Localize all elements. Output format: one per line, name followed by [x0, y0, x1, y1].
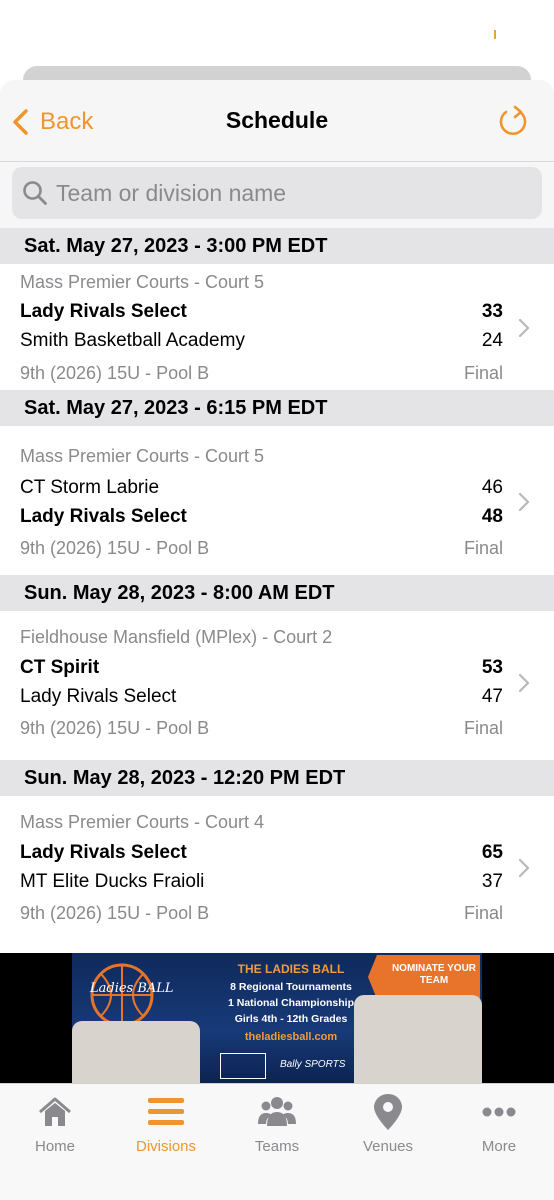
team-2-score: 24: [481, 330, 503, 351]
status-bar: [0, 0, 554, 66]
team-1-name: CT Storm Labrie: [20, 477, 160, 498]
ad-logo-text: Ladies BALL: [90, 981, 174, 996]
search-bar: [0, 162, 554, 228]
tab-more[interactable]: More: [444, 1092, 554, 1162]
search-input[interactable]: [56, 179, 516, 207]
team-1-score: 53: [481, 657, 503, 678]
game-venue: Mass Premier Courts - Court 4: [20, 812, 265, 832]
chevron-right-icon: [518, 858, 530, 878]
team-1-name: CT Spirit: [20, 657, 100, 678]
search-field[interactable]: [12, 167, 542, 219]
tab-divisions[interactable]: Divisions: [111, 1092, 221, 1162]
game-venue: Fieldhouse Mansfield (MPlex) - Court 2: [20, 627, 333, 647]
ad-photo-left: [72, 1021, 200, 1083]
game-status: Final: [463, 718, 503, 738]
game-status: Final: [463, 538, 503, 558]
date-header: Sat. May 27, 2023 - 6:15 PM EDT: [0, 390, 554, 426]
tab-bar: Home Divisions Teams Venues More: [0, 1083, 554, 1200]
chevron-right-icon: [518, 673, 530, 693]
ad-line-2: 1 National Championship: [227, 997, 354, 1009]
team-2-score: 37: [481, 871, 503, 892]
page-title: Schedule: [225, 107, 329, 133]
chevron-right-icon: [518, 318, 530, 338]
date-header: Sat. May 27, 2023 - 3:00 PM EDT: [0, 228, 554, 264]
ad-sponsor-logo: [220, 1053, 266, 1079]
location-pin-icon: [374, 1094, 402, 1130]
game-division: 9th (2026) 15U - Pool B: [20, 903, 210, 923]
team-1-name: Lady Rivals Select: [20, 842, 187, 863]
ad-sponsor-text: Bally SPORTS: [280, 1059, 346, 1070]
tab-venues-label: Venues: [362, 1138, 414, 1155]
game-venue: Mass Premier Courts - Court 5: [20, 446, 265, 466]
team-1-score: 46: [481, 477, 503, 498]
game-row[interactable]: Fieldhouse Mansfield (MPlex) - Court 2 C…: [0, 611, 554, 760]
tab-home-label: Home: [34, 1138, 75, 1155]
game-row[interactable]: Mass Premier Courts - Court 4 Lady Rival…: [0, 796, 554, 938]
tab-teams[interactable]: Teams: [222, 1092, 332, 1162]
navigation-bar: Back Schedule: [0, 80, 554, 162]
ad-line-1: 8 Regional Tournaments: [230, 981, 352, 993]
team-2-score: 48: [481, 506, 503, 527]
date-header: Sun. May 28, 2023 - 8:00 AM EDT: [0, 575, 554, 611]
people-icon: [258, 1097, 296, 1126]
team-2-name: MT Elite Ducks Fraioli: [20, 871, 205, 892]
game-row[interactable]: Mass Premier Courts - Court 5 CT Storm L…: [0, 426, 554, 575]
tab-more-label: More: [481, 1138, 517, 1155]
game-division: 9th (2026) 15U - Pool B: [20, 363, 210, 383]
game-division: 9th (2026) 15U - Pool B: [20, 718, 210, 738]
date-header: Sun. May 28, 2023 - 12:20 PM EDT: [0, 760, 554, 796]
ad-photo-right: [354, 995, 482, 1083]
team-2-name: Smith Basketball Academy: [20, 330, 245, 351]
tab-divisions-label: Divisions: [135, 1138, 196, 1155]
ad-line-3: Girls 4th - 12th Grades: [234, 1013, 348, 1025]
ad-url: theladiesball.com: [244, 1031, 338, 1043]
ad-title: THE LADIES BALL: [237, 962, 345, 976]
schedule-list: Sat. May 27, 2023 - 3:00 PM EDT Mass Pre…: [0, 228, 554, 938]
team-1-score: 65: [481, 842, 503, 863]
team-1-name: Lady Rivals Select: [20, 301, 187, 322]
search-icon: [23, 181, 47, 205]
list-icon: [148, 1098, 184, 1125]
team-2-score: 47: [481, 686, 503, 707]
game-division: 9th (2026) 15U - Pool B: [20, 538, 210, 558]
team-1-score: 33: [481, 301, 503, 322]
team-2-name: Lady Rivals Select: [20, 686, 177, 707]
refresh-icon[interactable]: [496, 104, 530, 140]
game-status: Final: [463, 363, 503, 383]
home-icon: [39, 1097, 71, 1126]
tab-home[interactable]: Home: [0, 1092, 110, 1162]
tab-venues[interactable]: Venues: [333, 1092, 443, 1162]
status-indicator: [494, 30, 496, 39]
game-venue: Mass Premier Courts - Court 5: [20, 272, 265, 292]
ad-banner[interactable]: Ladies BALL THE LADIES BALL 8 Regional T…: [72, 953, 482, 1083]
ad-nominate-text: NOMINATE YOUR TEAM: [391, 963, 477, 986]
chevron-right-icon: [518, 492, 530, 512]
game-row[interactable]: Mass Premier Courts - Court 5 Lady Rival…: [0, 264, 554, 390]
team-2-name: Lady Rivals Select: [20, 506, 187, 527]
tab-teams-label: Teams: [254, 1138, 300, 1155]
more-dots-icon: [482, 1107, 516, 1117]
game-status: Final: [463, 903, 503, 923]
